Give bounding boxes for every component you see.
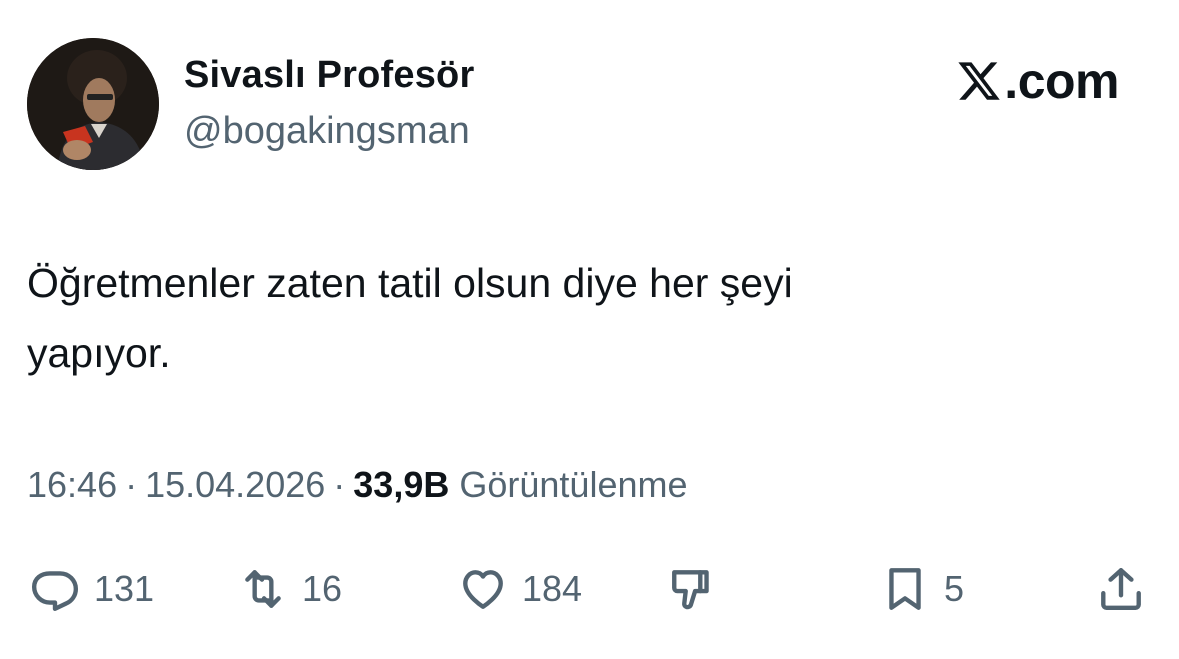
author-handle[interactable]: @bogakingsman bbox=[184, 110, 470, 153]
action-bar: 131 16 184 5 bbox=[0, 559, 1179, 619]
bookmark-button[interactable]: 5 bbox=[880, 559, 964, 619]
tweet-time[interactable]: 16:46 bbox=[27, 464, 117, 505]
avatar-image bbox=[27, 38, 159, 170]
like-count: 184 bbox=[522, 568, 583, 609]
thumbs-down-icon bbox=[672, 570, 709, 610]
brand-domain-suffix: .com bbox=[1004, 53, 1119, 109]
reply-icon bbox=[31, 571, 79, 611]
dislike-button[interactable] bbox=[668, 559, 718, 619]
bookmark-icon bbox=[889, 568, 921, 610]
retweet-icon bbox=[245, 570, 281, 608]
retweet-count: 16 bbox=[302, 568, 343, 609]
views-count[interactable]: 33,9B bbox=[353, 464, 449, 505]
share-button[interactable] bbox=[1096, 559, 1146, 619]
bookmark-count: 5 bbox=[944, 568, 965, 609]
author-display-name[interactable]: Sivaslı Profesör bbox=[184, 54, 474, 97]
heart-icon bbox=[463, 570, 503, 609]
x-logo-icon bbox=[958, 62, 1001, 100]
tweet-card: Sivaslı Profesör @bogakingsman .com Öğre… bbox=[0, 0, 1179, 659]
meta-separator: · bbox=[125, 464, 138, 505]
tweet-meta: 16:46 · 15.04.2026 · 33,9B Görüntülenme bbox=[27, 464, 688, 506]
brand-logo: .com bbox=[956, 52, 1119, 110]
share-icon bbox=[1101, 568, 1141, 610]
tweet-text: Öğretmenler zaten tatil olsun diye her ş… bbox=[27, 260, 793, 376]
retweet-button[interactable]: 16 bbox=[238, 559, 342, 619]
like-button[interactable]: 184 bbox=[458, 559, 582, 619]
avatar[interactable] bbox=[27, 38, 159, 170]
meta-separator: · bbox=[333, 464, 346, 505]
reply-button[interactable]: 131 bbox=[30, 559, 154, 619]
views-label: Görüntülenme bbox=[459, 464, 688, 505]
tweet-date[interactable]: 15.04.2026 bbox=[145, 464, 325, 505]
reply-count: 131 bbox=[94, 568, 155, 609]
